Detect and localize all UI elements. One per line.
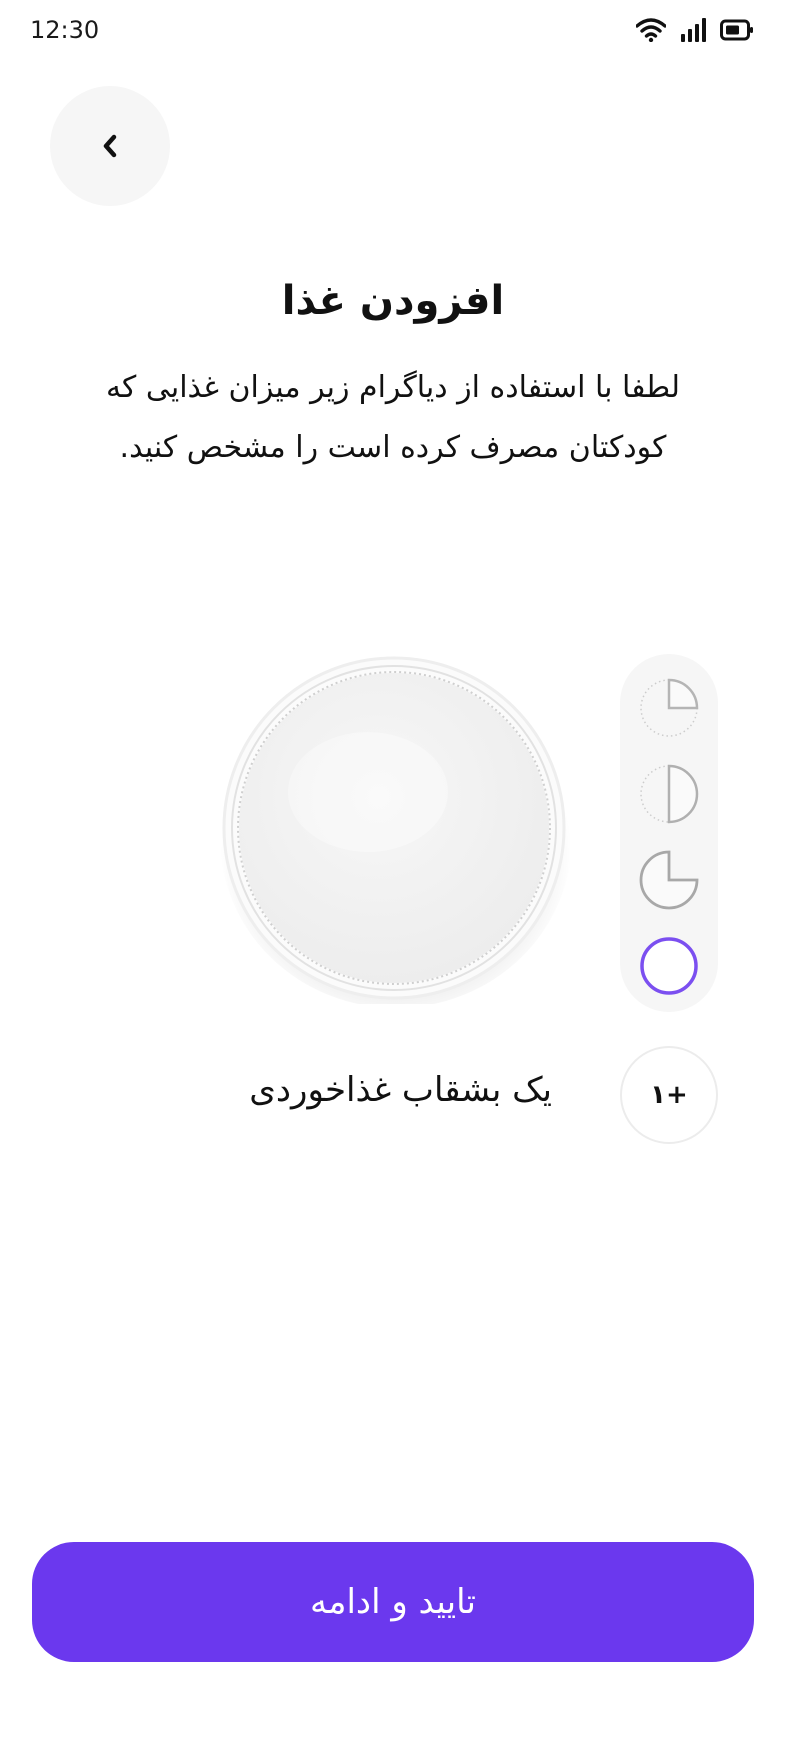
add-food-screen: 12:30 افزودن غذا لطفا با استفاده از دیاگ… (0, 0, 786, 1748)
confirm-continue-button[interactable]: تایید و ادامه (32, 1542, 754, 1662)
quarter-portion-icon[interactable] (639, 678, 699, 738)
portion-selector (620, 654, 718, 1012)
three-quarter-portion-icon[interactable] (639, 850, 699, 910)
status-icons (636, 18, 754, 42)
plate-image (218, 652, 572, 1008)
chevron-left-icon (103, 134, 117, 158)
portion-size-label: یک بشقاب غذاخوردی (249, 1070, 552, 1110)
increment-button[interactable]: +۱ (620, 1046, 718, 1144)
full-portion-icon[interactable] (639, 936, 699, 996)
instruction-text: لطفا با استفاده از دیاگرام زیر میزان غذا… (105, 370, 681, 465)
battery-icon (720, 19, 753, 41)
status-time: 12:30 (30, 16, 100, 44)
wifi-icon (636, 18, 666, 42)
page-title: افزودن غذا (281, 278, 505, 324)
half-portion-icon[interactable] (639, 764, 699, 824)
signal-icon (681, 18, 706, 42)
back-button[interactable] (50, 86, 170, 206)
